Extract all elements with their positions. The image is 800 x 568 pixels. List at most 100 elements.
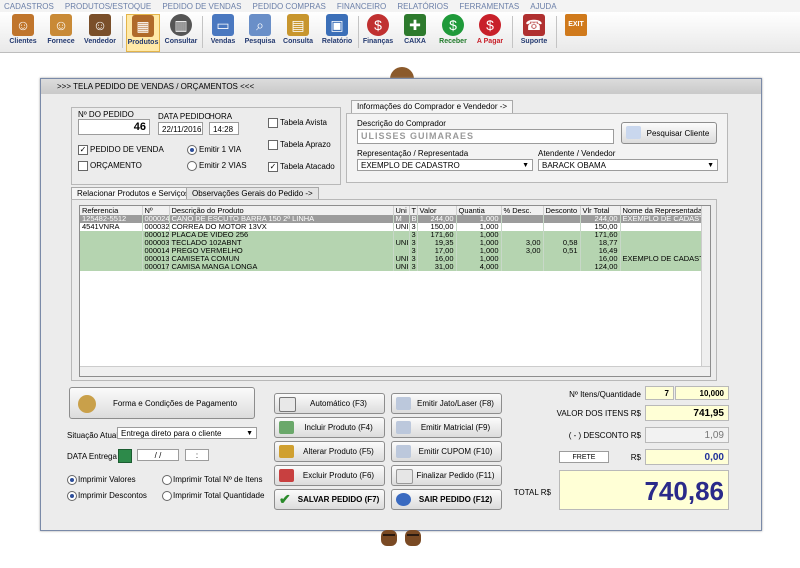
imprimir-valores-radio[interactable]: [67, 475, 77, 485]
cell-ref: [80, 255, 143, 263]
cell-ref: 125482-5512: [80, 215, 143, 223]
atendente-select[interactable]: BARACK OBAMA ▼: [538, 159, 718, 171]
tab-comprador-vendedor[interactable]: Informações do Comprador e Vendedor ->: [351, 100, 514, 113]
finalizar-pedido-button[interactable]: Finalizar Pedido (F11): [391, 465, 502, 486]
tabela-avista-checkbox[interactable]: [268, 118, 278, 128]
grid-vertical-scrollbar[interactable]: [701, 206, 710, 376]
automatico-button[interactable]: Automático (F3): [274, 393, 385, 414]
cell-uni: [393, 247, 410, 255]
cell-num: 000003: [142, 239, 170, 247]
pesquisa-button[interactable]: ⌕ Pesquisa: [244, 14, 276, 50]
vendas-button[interactable]: ▭ Vendas: [208, 14, 238, 50]
pesquisar-cliente-button[interactable]: Pesquisar Cliente: [621, 122, 717, 144]
cell-rep: [620, 239, 703, 247]
toolbar: ☺ Clientes ☺ Fornece ☺ Vendedor ▦ Produtos ▥…: [0, 12, 800, 53]
desconto-label: ( - ) DESCONTO R$: [568, 431, 641, 440]
exit-button[interactable]: EXIT: [562, 14, 590, 50]
col-referencia[interactable]: Referencia: [80, 206, 143, 215]
clientes-button[interactable]: ☺ Clientes: [6, 14, 40, 50]
imprimir-total-qtd-radio[interactable]: [162, 491, 172, 501]
cell-num: 000013: [142, 255, 170, 263]
caixa-button[interactable]: ✚ CAIXA: [400, 14, 430, 50]
auto-icon: [279, 397, 296, 412]
order-time-field[interactable]: 14:28: [209, 122, 239, 135]
cell-ref: [80, 231, 143, 239]
desconto-value[interactable]: 1,09: [645, 427, 729, 443]
support-icon: ☎: [523, 14, 545, 36]
situacao-select[interactable]: Entrega direto para o cliente ▼: [117, 427, 257, 439]
table-row[interactable]: 000013 CAMISETA COMUN UNI 3 16,00 1,000 16,00 E…: [80, 255, 703, 263]
cell-pdesc: [501, 215, 544, 223]
apagar-button[interactable]: $ A Pagar: [474, 14, 506, 50]
buyer-description-label: Descrição do Comprador: [357, 119, 446, 128]
grid-horizontal-scrollbar[interactable]: [80, 366, 710, 376]
alterar-produto-button[interactable]: Alterar Produto (F5): [274, 441, 385, 462]
emitir-1-via-radio[interactable]: [187, 145, 197, 155]
edit-product-icon: [279, 445, 294, 458]
forma-pagamento-button[interactable]: Forma e Condições de Pagamento: [69, 387, 255, 419]
cell-valor: 150,00: [417, 223, 457, 231]
col-numero[interactable]: Nº: [142, 206, 170, 215]
salvar-pedido-button[interactable]: ✔ SALVAR PEDIDO (F7): [274, 489, 385, 510]
fornece-button[interactable]: ☺ Fornece: [46, 14, 76, 50]
table-row[interactable]: 000003 TECLADO 102ABNT UNI 3 19,35 1,000 3,00 0…: [80, 239, 703, 247]
tabela-atacado-checkbox[interactable]: ✓: [268, 162, 278, 172]
imprimir-total-itens-radio[interactable]: [162, 475, 172, 485]
produtos-button[interactable]: ▦ Produtos: [126, 14, 160, 52]
order-date-field[interactable]: 22/11/2016: [158, 122, 203, 135]
table-row[interactable]: 000012 PLACA DE VIDEO 256 3 171,60 1,000 171,…: [80, 231, 703, 239]
emitir-2-vias-radio[interactable]: [187, 161, 197, 171]
consulta-button[interactable]: ▤ Consulta: [282, 14, 314, 50]
col-descricao[interactable]: Descrição do Produto: [169, 206, 394, 215]
table-row[interactable]: 4541VNRA 000032 CORREA DO MOTOR 13VX UNI 3 15…: [80, 223, 703, 231]
sair-pedido-button[interactable]: SAIR PEDIDO (F12): [391, 489, 502, 510]
products-grid[interactable]: Referencia Nº Descrição do Produto Uni T…: [79, 205, 711, 377]
vendedor-button[interactable]: ☺ Vendedor: [82, 14, 118, 50]
table-row[interactable]: 000017 CAMISA MANGA LONGA UNI 3 31,00 4,000 12…: [80, 263, 703, 271]
emitir-cupom-button[interactable]: Emitir CUPOM (F10): [391, 441, 502, 462]
relatorio-button[interactable]: ▣ Relatório: [320, 14, 354, 50]
calendar-icon[interactable]: [118, 449, 132, 463]
emitir-matricial-button[interactable]: Emitir Matricial (F9): [391, 417, 502, 438]
imprimir-descontos-radio[interactable]: [67, 491, 77, 501]
col-pct-desc[interactable]: % Desc.: [501, 206, 544, 215]
table-row[interactable]: 000014 PREGO VERMELHO 3 17,00 1,000 3,00 0,51 1…: [80, 247, 703, 255]
emitir-jato-button[interactable]: Emitir Jato/Laser (F8): [391, 393, 502, 414]
table-row[interactable]: 125482-5512 000024 CANO DE ESCUTO BARRA 15…: [80, 215, 703, 223]
col-representada[interactable]: Nome da Representada: [620, 206, 703, 215]
dollar-red-icon: $: [479, 14, 501, 36]
col-vlr-total[interactable]: Vlr Total: [580, 206, 621, 215]
entrega-date-field[interactable]: / /: [137, 449, 179, 461]
col-quantia[interactable]: Quantia: [456, 206, 502, 215]
client-search-icon: [626, 126, 641, 139]
order-number-field[interactable]: 46: [78, 119, 150, 135]
imprimir-total-qtd-label: Imprimir Total Quantidade: [173, 491, 265, 500]
frete-value[interactable]: 0,00: [645, 449, 729, 465]
consultar-button[interactable]: ▥ Consultar: [164, 14, 198, 50]
receber-button[interactable]: $ Receber: [436, 14, 470, 50]
col-uni[interactable]: Uni: [393, 206, 410, 215]
buyer-description-field[interactable]: ULISSES GUIMARAES: [357, 129, 614, 144]
chevron-down-icon: ▼: [522, 162, 529, 169]
cell-valor: 19,35: [417, 239, 457, 247]
incluir-produto-button[interactable]: Incluir Produto (F4): [274, 417, 385, 438]
financas-button[interactable]: $ Finanças: [362, 14, 394, 50]
entrega-time-field[interactable]: :: [185, 449, 209, 461]
cell-total: 244,00: [580, 215, 621, 223]
representada-select[interactable]: EXEMPLO DE CADASTRO ▼: [357, 159, 533, 171]
col-valor[interactable]: Valor: [417, 206, 457, 215]
boxes-icon: ▦: [132, 15, 154, 37]
toolbar-divider: [122, 16, 123, 48]
order-date-label: DATA PEDIDO: [158, 112, 211, 121]
cell-num: 000017: [142, 263, 170, 271]
tabela-aprazo-checkbox[interactable]: [268, 140, 278, 150]
suporte-button[interactable]: ☎ Suporte: [518, 14, 550, 50]
orcamento-checkbox[interactable]: [78, 161, 88, 171]
col-t[interactable]: T: [409, 206, 418, 215]
cell-desconto: 0,51: [543, 247, 581, 255]
dollar-green-icon: $: [442, 14, 464, 36]
chevron-down-icon: ▼: [246, 430, 253, 437]
col-desconto[interactable]: Desconto: [543, 206, 581, 215]
excluir-produto-button[interactable]: Excluir Produto (F6): [274, 465, 385, 486]
pedido-venda-checkbox[interactable]: ✓: [78, 145, 88, 155]
